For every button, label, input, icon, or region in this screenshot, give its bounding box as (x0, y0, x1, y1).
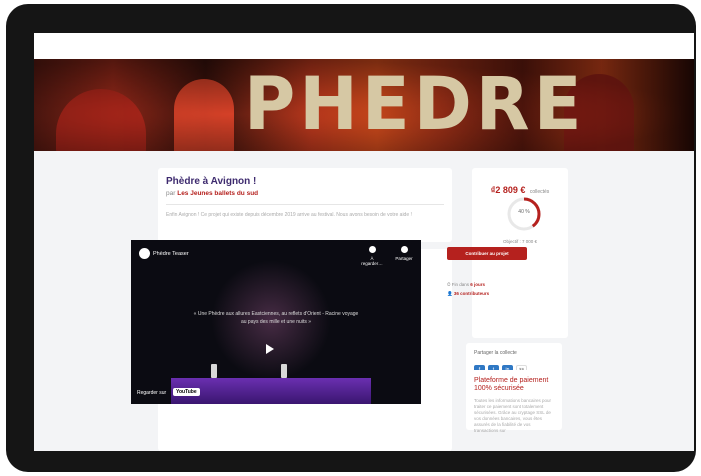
divider (166, 204, 444, 205)
watch-later-button[interactable]: À regarder… (360, 246, 384, 266)
wine-glass (281, 364, 287, 378)
hero-banner: PHEDRE (34, 59, 694, 151)
video-title[interactable]: Phèdre Teaser (153, 251, 189, 257)
youtube-logo[interactable]: YouTube (173, 388, 200, 396)
project-title: Phèdre à Avignon ! (166, 176, 257, 187)
payment-title: Plateforme de paiement 100% sécurisée (474, 377, 549, 392)
channel-logo-icon[interactable] (139, 248, 150, 259)
progress-ring: 40 % (506, 196, 542, 232)
funding-goal: Objectif : 7 000 € (502, 239, 538, 244)
video-player[interactable]: Phèdre Teaser À regarder… Partager « Une… (131, 240, 421, 404)
project-byline: par Les Jeunes ballets du sud (166, 190, 259, 197)
clock-icon (368, 246, 376, 253)
funding-meta: ⏱ Fin dans 6 jours 👤 36 contributeurs (447, 280, 489, 298)
project-description: Enfin Avignon ! Ce projet qui existe dep… (166, 212, 412, 218)
watch-on-label: Regarder sur (137, 390, 167, 396)
share-video-button[interactable]: Partager (391, 246, 417, 261)
video-caption: « Une Phèdre aux allures Eastciennes, au… (193, 311, 359, 325)
stage-table (171, 378, 371, 404)
payment-card: Plateforme de paiement 100% sécurisée To… (466, 370, 562, 433)
amount-label: collectés (529, 189, 550, 195)
days-left: ⏱ Fin dans 6 jours (447, 282, 486, 287)
share-label: Partager la collecte (474, 350, 517, 356)
contribute-button[interactable]: Contribuer au projet (447, 247, 527, 260)
site-header (34, 33, 694, 59)
author-link[interactable]: Les Jeunes ballets du sud (177, 190, 258, 197)
play-icon[interactable] (266, 344, 274, 354)
contributors-count: 👤 36 contributeurs (447, 291, 490, 296)
project-header-card: Phèdre à Avignon ! par Les Jeunes ballet… (158, 168, 452, 242)
banner-title: PHEDRE (244, 60, 586, 148)
amount-collected: ₫2 809 € (490, 185, 526, 195)
share-icon (400, 246, 408, 253)
wine-glass (211, 364, 217, 378)
payment-description: Toutes les informations bancaires pour t… (474, 398, 552, 433)
progress-percent: 40 % (518, 209, 530, 215)
